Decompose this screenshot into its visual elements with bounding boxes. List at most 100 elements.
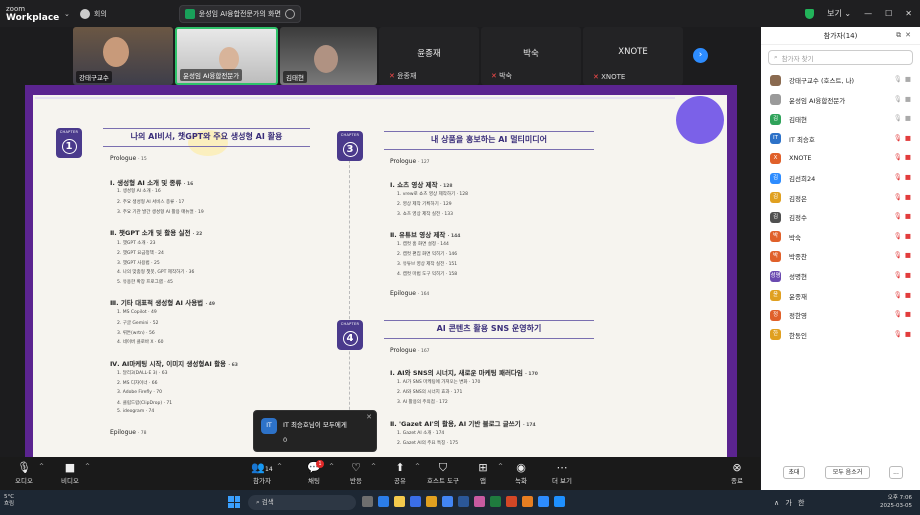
chevron-up-icon: ^ <box>370 463 376 470</box>
mic-video-status-icons: 🎙■ <box>894 134 914 142</box>
toc-item: 2. 영상 제작 기획하기 · 129 <box>397 202 452 207</box>
toc-item: 3. 챗GPT 사용법 · 25 <box>117 261 160 266</box>
video-tile[interactable]: 강태구교수 <box>73 27 173 85</box>
minimize-button[interactable]: — <box>864 9 872 18</box>
toc-item: 1. vrew로 쇼츠 영상 제작하기 · 128 <box>397 192 469 197</box>
avatar: 윤 <box>770 290 781 302</box>
participant-row[interactable]: 정 정한영 🎙■ <box>770 308 914 322</box>
notification-title: IT 최승호님이 모두에게 <box>283 421 347 429</box>
reactions-button[interactable]: ♡ 반응 ^ <box>336 461 376 485</box>
edge-icon[interactable] <box>378 496 389 507</box>
video-button[interactable]: ■ 비디오 ^ <box>50 461 90 485</box>
mute-all-button[interactable]: 모두 음소거 <box>825 466 870 479</box>
video-off-icon: ■ <box>904 231 914 240</box>
toc-item: 3. Adobe Firefly · 70 <box>117 390 162 395</box>
app-icon[interactable] <box>554 496 565 507</box>
taskbar-search-input[interactable]: ⌕ 검색 <box>248 495 356 510</box>
maximize-button[interactable]: ☐ <box>885 9 892 18</box>
options-icon[interactable] <box>284 8 295 19</box>
participant-row[interactable]: 김 김태현 🎙■ <box>770 112 914 126</box>
sharing-banner[interactable]: 윤성임 AI융합전문가의 화면 <box>178 4 301 23</box>
record-button[interactable]: ◉ 녹화 <box>501 461 541 485</box>
invite-button[interactable]: 초대 <box>783 466 805 479</box>
participant-row[interactable]: 김 김정수 🎙■ <box>770 210 914 224</box>
weather-widget[interactable]: 5°C 흐림 <box>4 494 14 508</box>
participant-row[interactable]: 한 한동인 🎙■ <box>770 328 914 342</box>
host-tools-button[interactable]: ⛉ 호스트 도구 <box>423 461 463 485</box>
participant-name: 윤성임 AI융합전문가 <box>789 96 846 105</box>
word-icon[interactable] <box>458 496 469 507</box>
app-icon[interactable] <box>426 496 437 507</box>
windows-start-icon[interactable] <box>228 496 240 508</box>
participant-row[interactable]: IT IT 최승호 🎙■ <box>770 132 914 146</box>
video-tile[interactable]: 김태현 <box>280 27 377 85</box>
share-button[interactable]: ⬆ 공유 ^ <box>380 461 420 485</box>
video-tile[interactable]: 윤종재 ✕ 윤종재 <box>379 27 479 85</box>
video-tile[interactable]: XNOTE ✕ XNOTE <box>583 27 683 85</box>
participant-row[interactable]: 성명 성명현 🎙■ <box>770 269 914 283</box>
excel-icon[interactable] <box>490 496 501 507</box>
close-icon[interactable]: ✕ <box>366 413 372 421</box>
toc-item: 1. 생성형 AI 소개 · 16 <box>117 189 161 194</box>
popout-close-icons[interactable]: ⧉✕ <box>896 31 915 40</box>
view-button[interactable]: 보기 ⌄ <box>827 8 851 19</box>
participant-name: 윤종재 <box>789 292 807 301</box>
clock[interactable]: 오후 7:06 2025-03-05 <box>876 494 912 510</box>
muted-mic-icon: 🎙 <box>893 310 905 319</box>
participant-row[interactable]: 박 박종찬 🎙■ <box>770 249 914 263</box>
toc-item: 2. 구글 Gemini · 52 <box>117 321 159 326</box>
muted-mic-icon: 🎙 <box>893 133 905 142</box>
participant-row[interactable]: 강태구교수 (호스트, 나) 🎙■ <box>770 73 914 87</box>
more-options-button[interactable]: ... <box>889 466 903 479</box>
app-icon[interactable] <box>474 496 485 507</box>
taskbar-apps <box>362 496 565 507</box>
mic-video-status-icons: 🎙■ <box>894 114 914 122</box>
close-button[interactable]: ✕ <box>905 9 912 18</box>
video-off-icon: ■ <box>904 329 914 338</box>
participant-name: 김정은 <box>789 194 807 203</box>
store-icon[interactable] <box>410 496 421 507</box>
video-tile-active-speaker[interactable]: 윤성임 AI융합전문가 <box>175 27 278 85</box>
video-off-icon: ■ <box>904 133 914 142</box>
file-explorer-icon[interactable] <box>394 496 405 507</box>
toc-item: 1. 챗GPT 소개 · 23 <box>117 241 156 246</box>
zoom-icon[interactable] <box>538 496 549 507</box>
participant-row[interactable]: 김 김선희24 🎙■ <box>770 171 914 185</box>
participant-row[interactable]: X XNOTE 🎙■ <box>770 151 914 165</box>
end-meeting-button[interactable]: ⊗ 종료 <box>717 461 757 485</box>
more-icon: ⋯ <box>556 461 568 474</box>
more-button[interactable]: ⋯ 더 보기 <box>542 461 582 485</box>
chevron-down-icon[interactable]: ⌄ <box>64 10 70 18</box>
security-shield-icon[interactable] <box>805 8 815 19</box>
mic-video-status-icons: 🎙■ <box>894 153 914 161</box>
prologue-entry: Prologue · 15 <box>110 155 147 162</box>
title-bar: zoom Workplace ⌄ 회의 윤성임 AI융합전문가의 화면 보기 ⌄… <box>0 0 920 27</box>
section-heading: Ⅰ. 쇼츠 영상 제작 · 128 <box>390 181 453 189</box>
participant-row[interactable]: 박 박숙 🎙■ <box>770 230 914 244</box>
system-tray[interactable]: ∧ 가 한 <box>774 498 806 508</box>
section-heading: Ⅱ. 'Gazet AI'의 활용, AI 기반 블로그 글쓰기 · 174 <box>390 420 536 428</box>
video-strip: 강태구교수 윤성임 AI융합전문가 김태현 윤종재 ✕ 윤종재 박숙 ✕ 박숙 … <box>70 27 687 85</box>
mic-video-status-icons: 🎙■ <box>894 291 914 299</box>
chat-notification[interactable]: IT IT 최승호님이 모두에게 0 ✕ <box>253 410 377 452</box>
participant-row[interactable]: 윤성임 AI융합전문가 🎙■ <box>770 93 914 107</box>
avatar: 박 <box>770 231 781 243</box>
participants-button[interactable]: 👥14 참가자 ^ <box>242 461 282 485</box>
search-app-icon[interactable] <box>522 496 533 507</box>
participant-search-input[interactable]: ⌕ 참가자 찾기 <box>768 50 913 65</box>
video-tile[interactable]: 박숙 ✕ 박숙 <box>481 27 581 85</box>
meeting-menu[interactable]: 회의 <box>79 8 107 19</box>
participant-row[interactable]: 김 김정은 🎙■ <box>770 191 914 205</box>
audio-button[interactable]: 🎙 오디오 ^ <box>4 461 44 485</box>
panel-title: 참가자(14) <box>823 31 858 40</box>
powerpoint-icon[interactable] <box>506 496 517 507</box>
chat-button[interactable]: 💬 1 채팅 ^ <box>294 460 334 485</box>
next-page-arrow-icon[interactable]: › <box>693 48 708 63</box>
participant-row[interactable]: 윤 윤종재 🎙■ <box>770 289 914 303</box>
chrome-icon[interactable] <box>442 496 453 507</box>
participant-video <box>103 37 129 67</box>
toc-item: 1. Gazet AI 소개 · 174 <box>397 431 445 436</box>
avatar: 정 <box>770 309 781 321</box>
apps-button[interactable]: ⊞ 앱 ^ <box>463 461 503 485</box>
task-view-icon[interactable] <box>362 496 373 507</box>
